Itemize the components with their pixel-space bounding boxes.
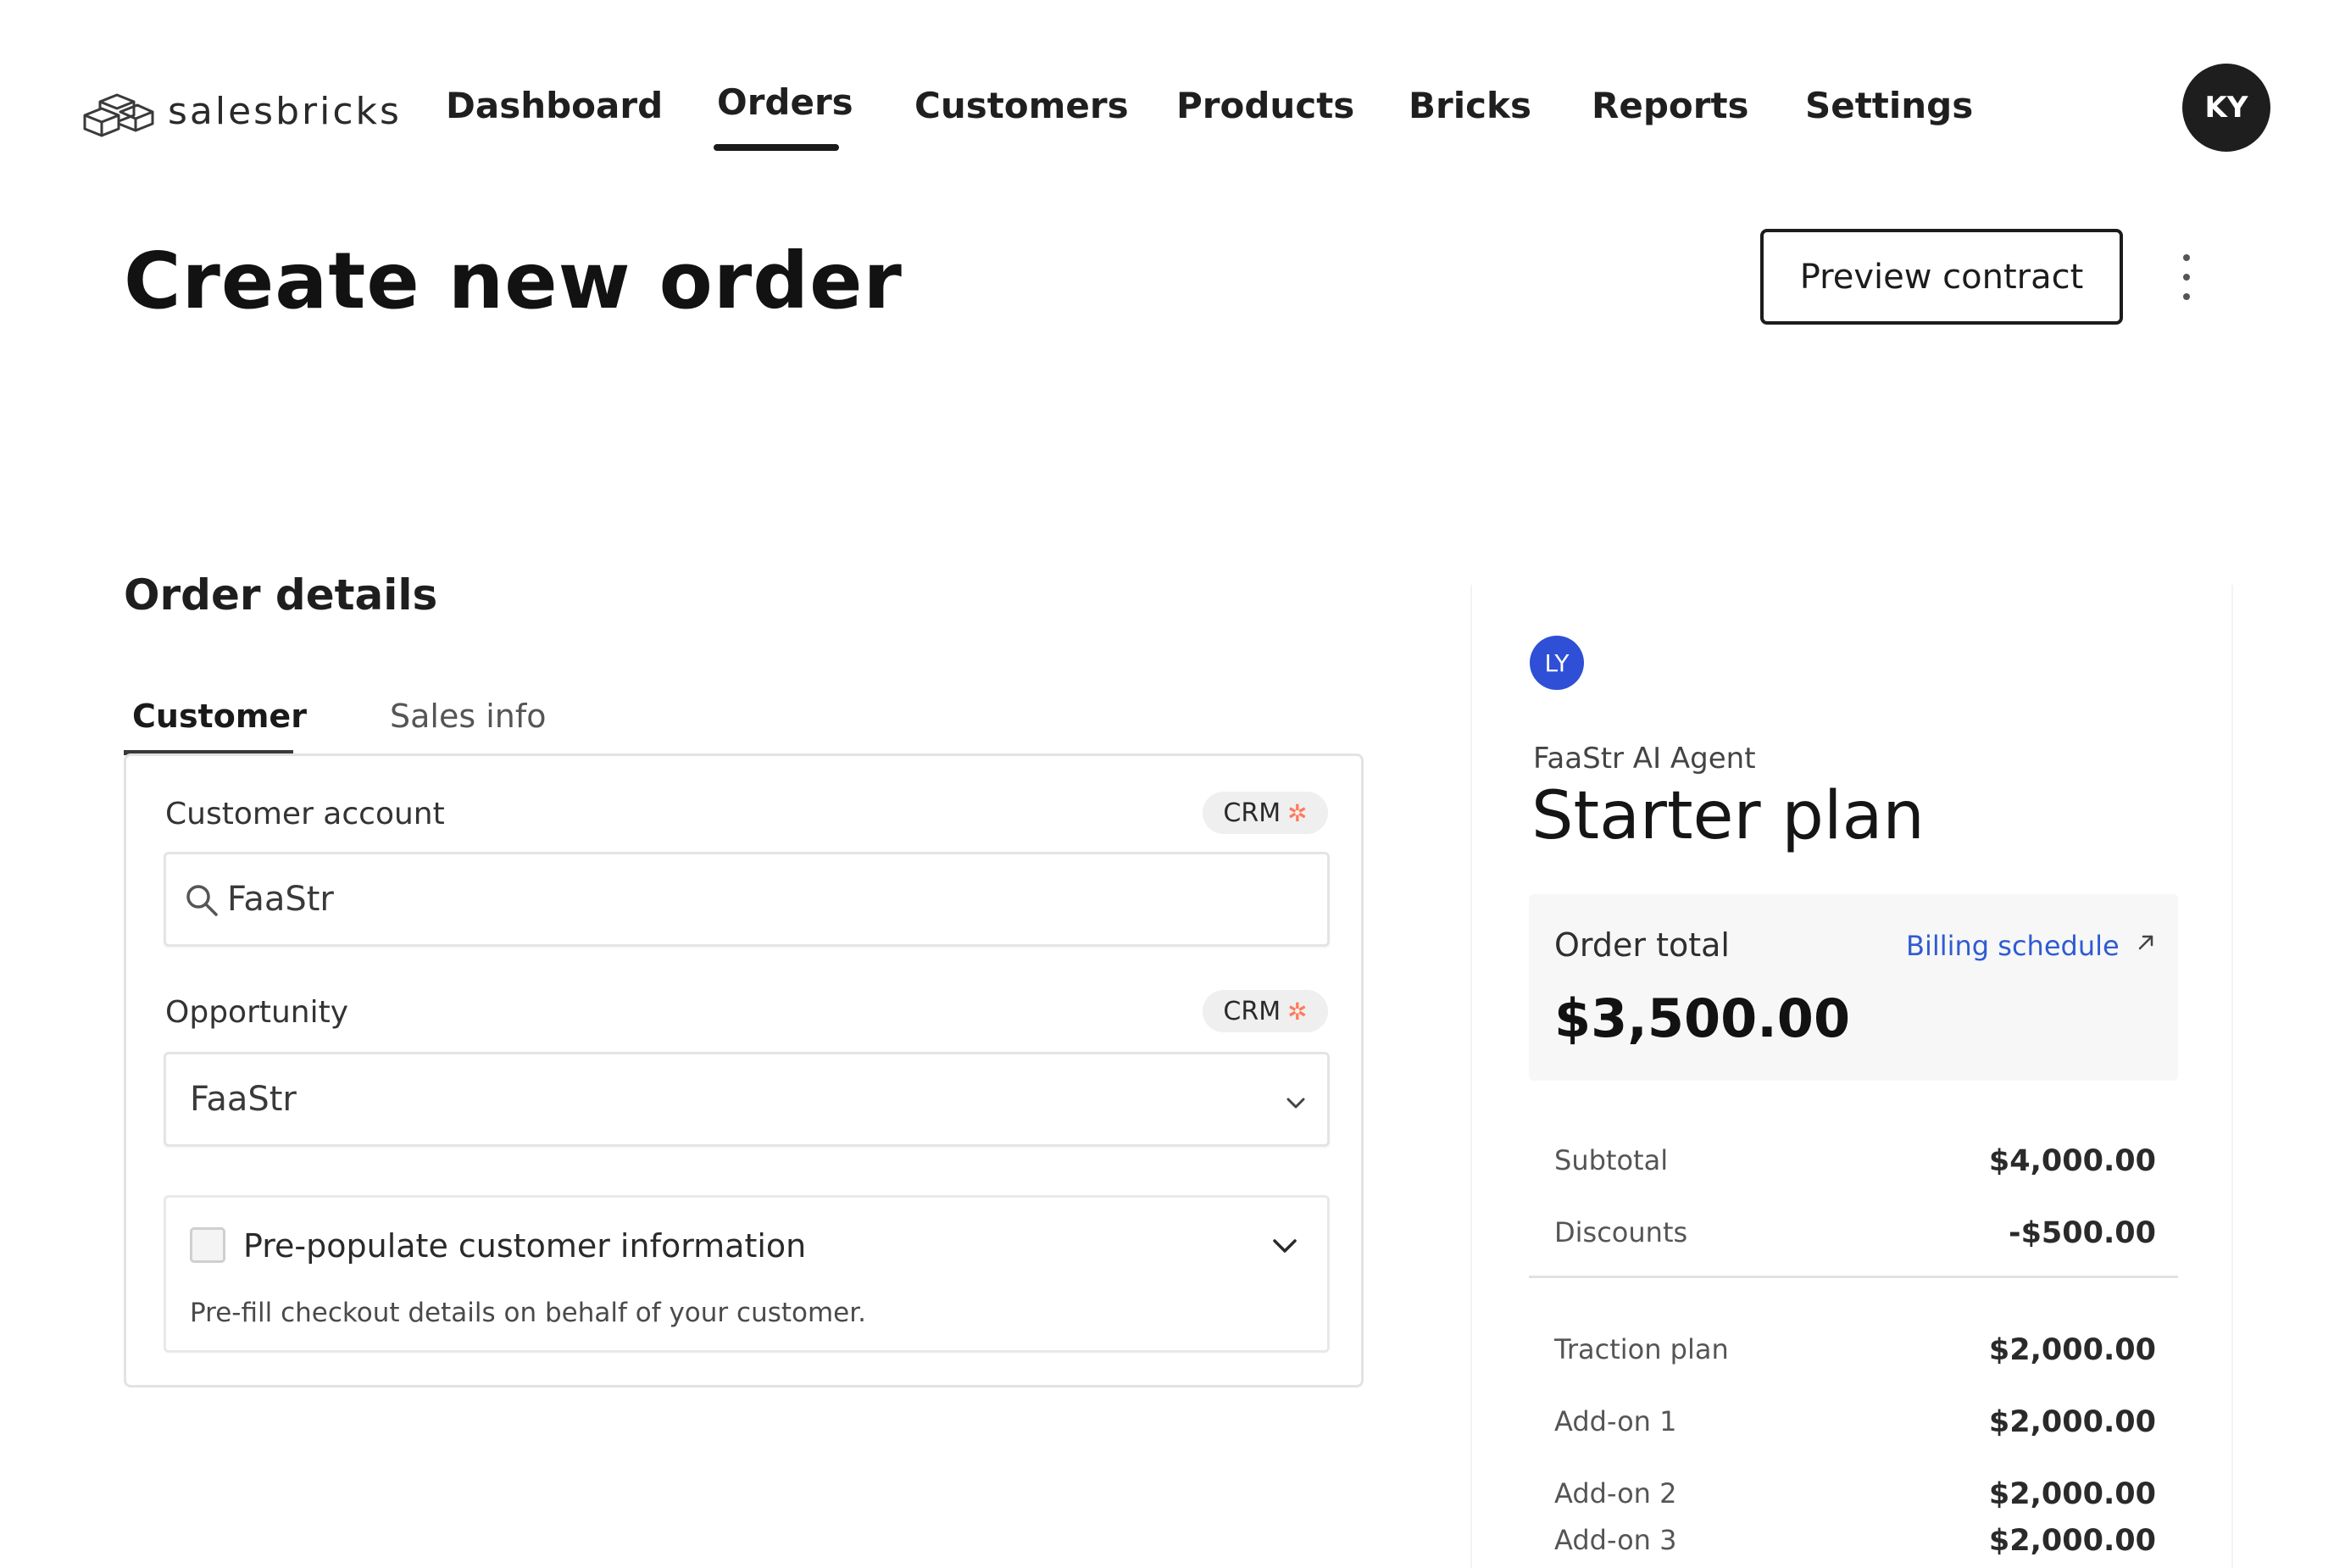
brand-name: salesbricks [168,89,402,133]
kebab-dot [2183,293,2190,300]
opportunity-value: FaaStr [190,1080,297,1119]
customer-details-card: Customer account CRM ✲ FaaStr Opportunit… [124,753,1364,1387]
nav-item-orders[interactable]: Orders [717,81,853,123]
line-item-value: $2,000.00 [1988,1405,2156,1439]
user-avatar[interactable]: KY [2182,64,2270,152]
order-details-tabs: Customer Sales info [124,691,1364,755]
page-title: Create new order [124,236,903,326]
crm-badge: CRM ✲ [1203,792,1328,834]
line-item-label: Add-on 1 [1554,1405,1677,1437]
search-icon [186,885,218,916]
line-item-value: $4,000.00 [1988,1144,2156,1178]
crm-badge-label: CRM [1223,996,1281,1026]
bricks-logo-icon [83,93,154,137]
order-details-title: Order details [124,570,438,620]
plan-name: Starter plan [1531,778,1925,854]
customer-account-value: FaaStr [227,880,334,919]
line-item-row: Add-on 2 $2,000.00 [1554,1477,2156,1520]
line-item-row: Subtotal $4,000.00 [1554,1144,2156,1187]
order-total-box: Order total Billing schedule $3,500.00 [1529,894,2178,1081]
nav-item-products[interactable]: Products [1176,85,1354,126]
product-avatar: LY [1530,636,1584,690]
nav-item-bricks[interactable]: Bricks [1409,85,1531,126]
crm-badge-label: CRM [1223,798,1281,828]
nav-active-indicator [714,144,839,151]
line-item-value: $2,000.00 [1988,1477,2156,1511]
product-avatar-initials: LY [1544,648,1570,677]
nav-item-reports[interactable]: Reports [1592,85,1749,126]
tab-sales-info[interactable]: Sales info [390,698,547,735]
billing-schedule-label: Billing schedule [1906,930,2120,962]
expand-chevron-icon[interactable] [1268,1228,1302,1262]
line-item-label: Add-on 3 [1554,1524,1677,1556]
prepopulate-title[interactable]: Pre-populate customer information [243,1227,806,1265]
opportunity-label: Opportunity [165,995,349,1030]
prepopulate-checkbox[interactable] [190,1227,225,1263]
tab-customer[interactable]: Customer [132,698,307,735]
kebab-dot [2183,254,2190,261]
line-item-value: $2,000.00 [1988,1333,2156,1367]
order-total-label: Order total [1554,926,1730,964]
crm-badge: CRM ✲ [1203,990,1328,1032]
nav-item-customers[interactable]: Customers [914,85,1129,126]
product-name: FaaStr AI Agent [1533,742,1756,776]
line-item-label: Discounts [1554,1216,1688,1248]
customer-account-search-input[interactable]: FaaStr [164,852,1330,947]
line-item-label: Add-on 2 [1554,1477,1677,1510]
summary-divider [1529,1276,2178,1278]
preview-contract-button[interactable]: Preview contract [1760,229,2123,325]
kebab-dot [2183,274,2190,281]
line-item-value: -$500.00 [2009,1216,2156,1250]
chevron-down-icon [1286,1098,1305,1109]
top-navigation: salesbricks Dashboard Orders Customers P… [0,0,2345,195]
order-total-value: $3,500.00 [1554,987,1851,1049]
line-item-row: Add-on 3 $2,000.00 [1554,1524,2156,1566]
line-item-row: Discounts -$500.00 [1554,1216,2156,1259]
billing-schedule-link[interactable]: Billing schedule [1906,930,2159,962]
line-item-label: Subtotal [1554,1144,1669,1176]
nav-item-dashboard[interactable]: Dashboard [446,85,663,126]
line-item-row: Add-on 1 $2,000.00 [1554,1405,2156,1448]
line-item-row: Traction plan $2,000.00 [1554,1333,2156,1376]
opportunity-select[interactable]: FaaStr [164,1052,1330,1147]
customer-account-label: Customer account [165,797,445,831]
nav-item-settings[interactable]: Settings [1805,85,1973,126]
hubspot-icon: ✲ [1287,798,1308,827]
page: salesbricks Dashboard Orders Customers P… [0,0,2345,1568]
external-link-icon [2138,935,2153,950]
hubspot-icon: ✲ [1287,997,1308,1026]
line-item-value: $2,000.00 [1988,1524,2156,1558]
kebab-menu-icon[interactable] [2170,254,2203,300]
line-item-label: Traction plan [1554,1333,1729,1365]
brand[interactable]: salesbricks [81,81,402,141]
prepopulate-description: Pre-fill checkout details on behalf of y… [190,1298,867,1328]
user-initials: KY [2204,91,2248,125]
order-summary-panel: LY FaaStr AI Agent Starter plan Order to… [1470,585,2233,1568]
prepopulate-section: Pre-populate customer information Pre-fi… [164,1195,1330,1353]
